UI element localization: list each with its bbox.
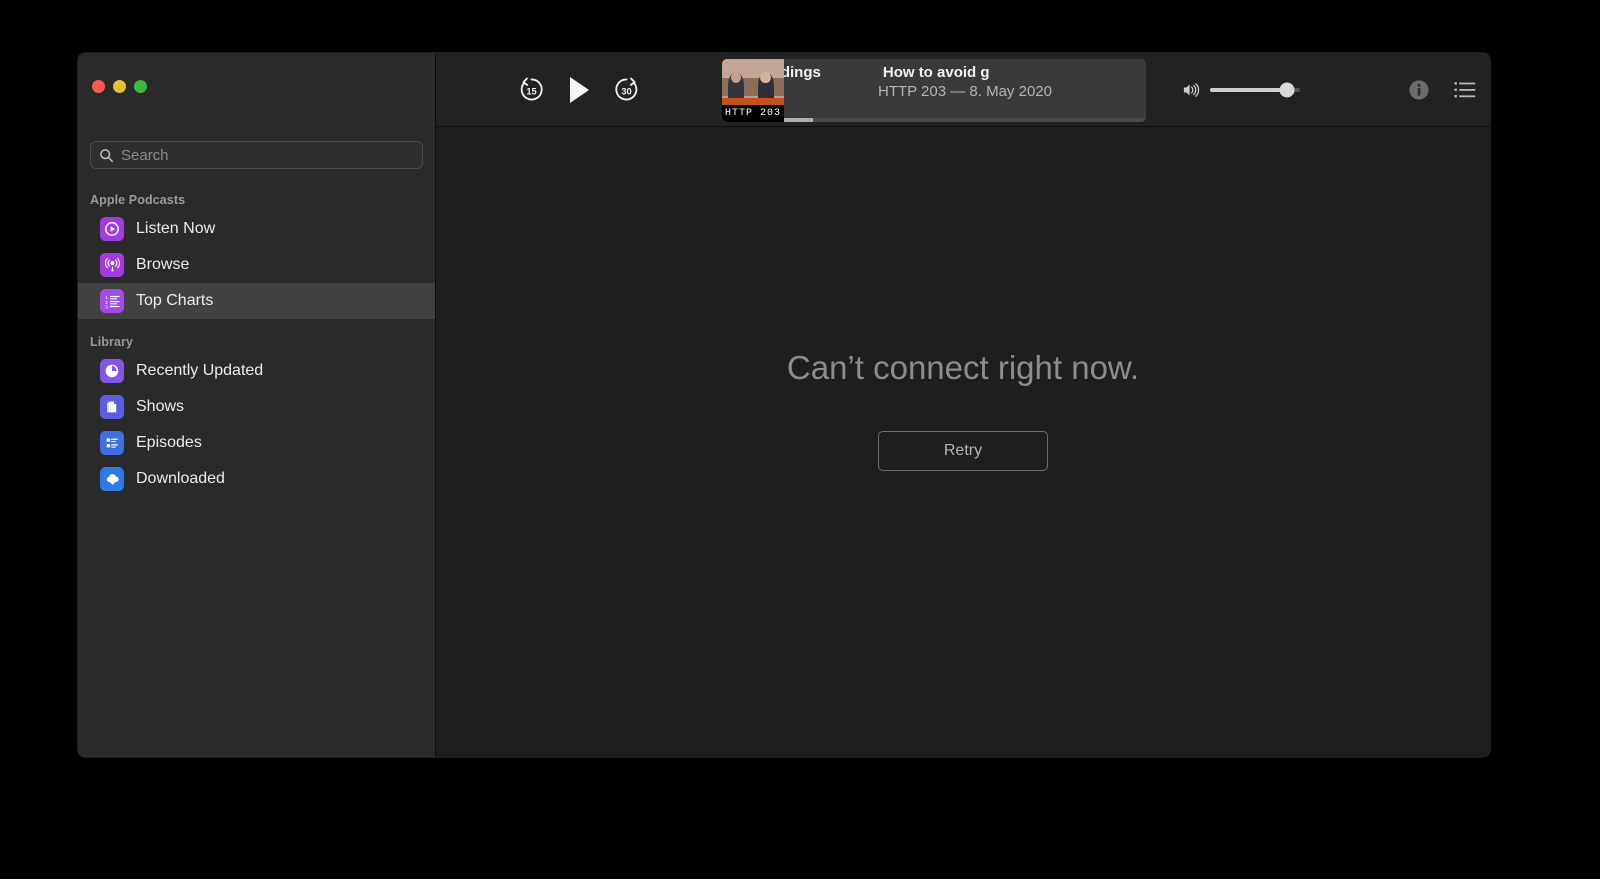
player-toolbar: 15 30 HTTP 203 dings How to avoid g HTTP… [436,53,1490,127]
search-icon [100,148,114,162]
svg-text:3: 3 [105,304,108,309]
sidebar-item-label: Shows [136,398,185,415]
clock-icon [100,359,124,383]
sidebar-item-listen-now[interactable]: Listen Now [78,211,435,247]
sidebar-item-downloaded[interactable]: Downloaded [78,461,435,497]
empty-state: Can’t connect right now. Retry [436,349,1490,471]
window-traffic-lights [92,80,147,93]
skip-forward-30-icon[interactable]: 30 [613,76,640,103]
sidebar-item-browse[interactable]: Browse [78,247,435,283]
playlist-queue-icon[interactable] [1454,81,1476,99]
sidebar-item-label: Recently Updated [136,362,264,379]
playback-progress-bar[interactable] [784,118,1146,122]
sidebar-item-label: Browse [136,256,190,273]
shows-icon [100,395,124,419]
main-content: Can’t connect right now. Retry [436,127,1490,757]
now-playing-title: d by text encodings How to avoid g [784,64,1146,81]
nav-section-apple-podcasts: Apple Podcasts Listen Now Browse 1 2 3 T… [78,179,435,319]
playback-progress-fill [784,118,813,122]
skip-back-15-icon[interactable]: 15 [518,76,545,103]
podcasts-window: Apple Podcasts Listen Now [78,53,1490,757]
empty-state-title: Can’t connect right now. [786,349,1140,386]
volume-slider[interactable] [1210,82,1300,97]
now-playing-subtitle: HTTP 203 — 8. May 2020 [878,83,1052,100]
skip-back-label: 15 [526,86,536,96]
episodes-icon [100,431,124,455]
now-playing-display[interactable]: HTTP 203 d by text encodings How to avoid… [722,59,1146,122]
play-button[interactable] [565,74,593,106]
volume-slider-fill [1210,87,1287,92]
search-input[interactable] [121,146,414,164]
volume-control[interactable] [1182,82,1300,98]
now-playing-title-left: d by text encodings [784,64,821,81]
search-field[interactable] [90,141,423,169]
sidebar-item-label: Episodes [136,434,202,451]
close-button[interactable] [92,80,105,93]
sidebar-item-episodes[interactable]: Episodes [78,425,435,461]
now-playing-text: d by text encodings How to avoid g HTTP 2… [784,59,1146,122]
artwork-caption: HTTP 203 [722,105,784,122]
episode-artwork: HTTP 203 [722,59,784,122]
sidebar: Apple Podcasts Listen Now [78,53,436,757]
toolbar-right-controls [1182,53,1476,126]
sidebar-item-shows[interactable]: Shows [78,389,435,425]
sidebar-item-label: Listen Now [136,220,216,237]
sidebar-item-label: Top Charts [136,292,214,309]
minimize-button[interactable] [113,80,126,93]
content-area: 15 30 HTTP 203 dings How to avoid g HTTP… [436,53,1490,757]
zoom-button[interactable] [134,80,147,93]
browse-icon [100,253,124,277]
section-header-library: Library [90,335,134,349]
sidebar-item-recently-updated[interactable]: Recently Updated [78,353,435,389]
transport-controls: 15 30 [518,74,640,106]
skip-forward-label: 30 [621,86,631,96]
sidebar-item-top-charts[interactable]: 1 2 3 Top Charts [78,283,435,319]
nav-section-library: Library Recently Updated Shows Episodes … [78,321,435,497]
section-header-apple-podcasts: Apple Podcasts [90,193,186,207]
listen-now-icon [100,217,124,241]
info-icon[interactable] [1408,79,1430,101]
sidebar-item-label: Downloaded [136,470,225,487]
now-playing-title-right: How to avoid g [882,64,990,81]
download-cloud-icon [100,467,124,491]
top-charts-icon: 1 2 3 [100,289,124,313]
speaker-icon[interactable] [1182,82,1201,98]
retry-button[interactable]: Retry [878,431,1048,471]
volume-slider-knob[interactable] [1279,82,1294,97]
